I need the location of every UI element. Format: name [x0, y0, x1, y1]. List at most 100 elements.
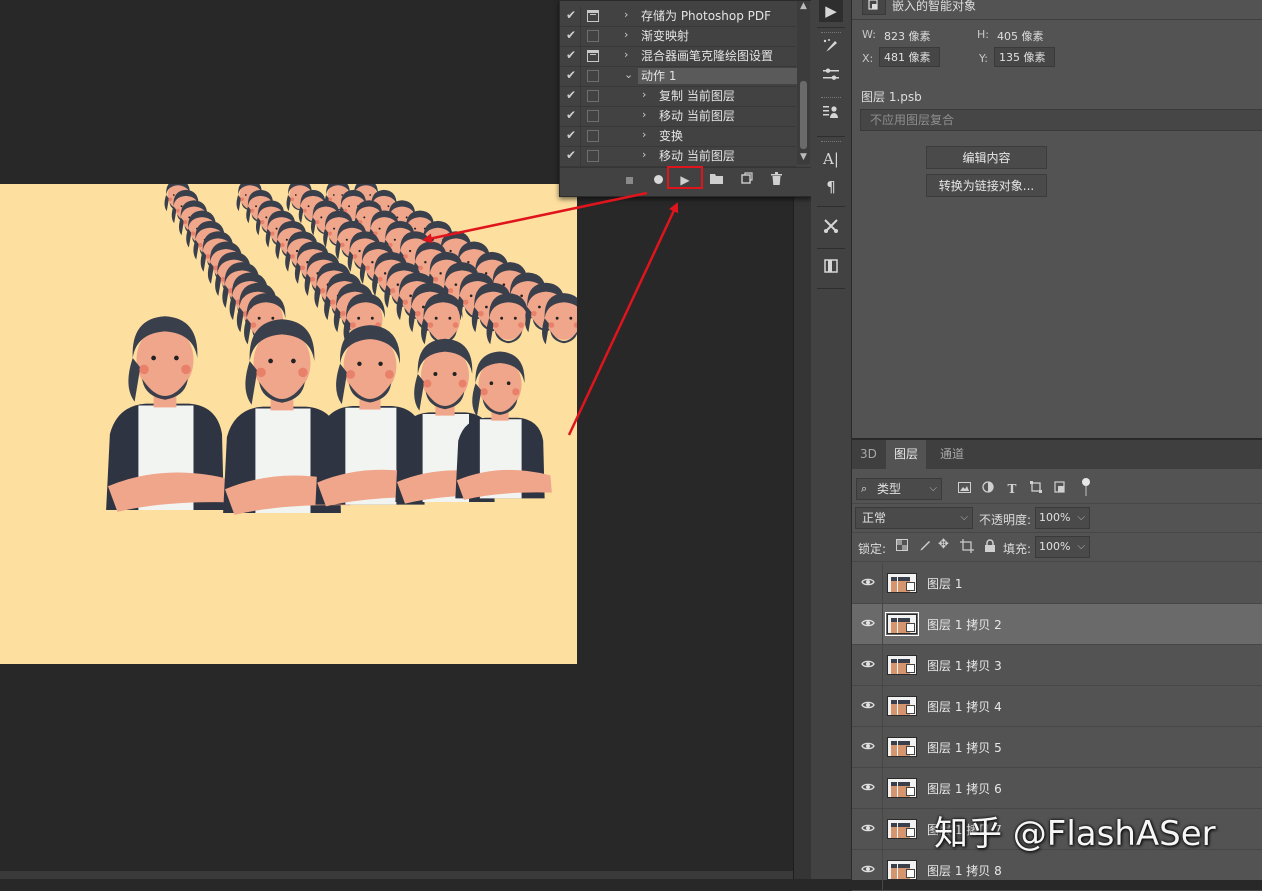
- lock-position-move-icon[interactable]: ✥: [938, 538, 952, 552]
- checkmark-icon[interactable]: ✔: [566, 29, 578, 41]
- chevron-right-icon[interactable]: ›: [642, 109, 646, 121]
- dialog-toggle-icon[interactable]: [587, 130, 599, 142]
- layer-row[interactable]: 图层 1 拷贝 5: [852, 727, 1262, 768]
- document-horizontal-scrollbar[interactable]: [0, 871, 793, 879]
- eye-visibility-icon[interactable]: [860, 617, 876, 631]
- checkmark-icon[interactable]: ✔: [566, 149, 578, 161]
- play-panel-icon[interactable]: ▶: [819, 0, 843, 22]
- chevron-down-icon[interactable]: ⌄: [624, 69, 633, 81]
- eye-visibility-icon[interactable]: [860, 576, 876, 590]
- document-canvas[interactable]: [0, 184, 577, 664]
- blend-mode-select[interactable]: 正常 ⌵: [855, 507, 973, 529]
- new-set-folder-icon[interactable]: [707, 172, 725, 188]
- y-position-field[interactable]: 135 像素: [994, 47, 1055, 67]
- layer-filter-kind-select[interactable]: ⌕ 类型 ⌵: [856, 478, 942, 500]
- action-item[interactable]: ✔ ⌄ 动作 1: [560, 66, 799, 87]
- chevron-right-icon[interactable]: ›: [642, 149, 646, 161]
- x-position-field[interactable]: 481 像素: [879, 47, 940, 67]
- chevron-right-icon[interactable]: ›: [642, 89, 646, 101]
- paragraph-panel-icon[interactable]: ¶: [819, 176, 843, 198]
- layer-row[interactable]: 图层 1: [852, 563, 1262, 604]
- eye-visibility-icon[interactable]: [860, 822, 876, 836]
- eye-visibility-icon[interactable]: [860, 658, 876, 672]
- y-label: Y:: [979, 52, 988, 65]
- action-item[interactable]: ✔ › 变换: [560, 126, 796, 147]
- chevron-right-icon[interactable]: ›: [624, 9, 628, 21]
- record-icon[interactable]: [649, 172, 667, 188]
- action-item[interactable]: ✔ › 渐变映射: [560, 26, 796, 47]
- filter-smart-object-icon[interactable]: [1052, 481, 1068, 497]
- layer-thumbnail: [887, 737, 917, 757]
- tab-layers[interactable]: 图层: [886, 440, 927, 469]
- eye-visibility-icon[interactable]: [860, 699, 876, 713]
- action-item[interactable]: ✔ › 复制 当前图层: [560, 86, 796, 107]
- checkmark-icon[interactable]: ✔: [566, 69, 578, 81]
- dialog-toggle-icon[interactable]: [587, 10, 599, 22]
- dialog-toggle-icon[interactable]: [587, 70, 599, 82]
- opacity-field[interactable]: 100% ⌵: [1035, 507, 1090, 529]
- scroll-down-icon[interactable]: ▼: [797, 150, 810, 164]
- libraries-panel-icon[interactable]: [819, 258, 843, 280]
- dialog-toggle-icon[interactable]: [587, 110, 599, 122]
- layer-row[interactable]: 图层 1 拷贝 8: [852, 850, 1262, 891]
- character-panel-icon[interactable]: A|: [819, 148, 843, 170]
- opacity-value: 100%: [1039, 511, 1071, 524]
- layer-comp-select[interactable]: 不应用图层复合: [860, 109, 1262, 131]
- filter-adjustment-icon[interactable]: [980, 481, 996, 497]
- tab-3d[interactable]: 3D: [852, 440, 885, 469]
- filter-shape-icon[interactable]: [1028, 481, 1044, 497]
- edit-contents-button[interactable]: 编辑内容: [926, 146, 1047, 169]
- eye-visibility-icon[interactable]: [860, 863, 876, 877]
- filter-type-icon[interactable]: T: [1004, 481, 1020, 497]
- eye-visibility-icon[interactable]: [860, 740, 876, 754]
- tab-channels[interactable]: 通道: [932, 440, 972, 469]
- new-action-icon[interactable]: [738, 172, 756, 188]
- stop-icon[interactable]: [620, 172, 638, 188]
- lock-image-pixels-brush-icon[interactable]: [917, 539, 931, 552]
- lock-artboard-icon[interactable]: [960, 539, 974, 553]
- fill-field[interactable]: 100% ⌵: [1035, 536, 1090, 558]
- tool-presets-icon[interactable]: [819, 218, 843, 240]
- action-label: 移动 当前图层: [659, 149, 735, 163]
- layer-row[interactable]: 图层 1 拷贝 4: [852, 686, 1262, 727]
- properties-list-icon[interactable]: [819, 104, 843, 126]
- adjustments-sliders-icon[interactable]: [819, 66, 843, 88]
- chevron-right-icon[interactable]: ›: [642, 129, 646, 141]
- layer-row[interactable]: 图层 1 拷贝 3: [852, 645, 1262, 686]
- dialog-toggle-icon[interactable]: [587, 50, 599, 62]
- filter-toggle-switch[interactable]: [1082, 478, 1090, 496]
- chevron-down-icon: ⌵: [1077, 541, 1085, 552]
- action-item[interactable]: ✔ › 移动 当前图层: [560, 106, 796, 127]
- x-label: X:: [862, 52, 874, 65]
- lock-all-icon[interactable]: [984, 539, 996, 552]
- checkmark-icon[interactable]: ✔: [566, 89, 578, 101]
- layer-name: 图层 1 拷贝 3: [927, 659, 1002, 673]
- chevron-right-icon[interactable]: ›: [624, 49, 628, 61]
- opacity-label: 不透明度:: [979, 513, 1032, 527]
- smart-object-badge-icon: [906, 705, 915, 714]
- layer-row[interactable]: 图层 1 拷贝 6: [852, 768, 1262, 809]
- dialog-toggle-icon[interactable]: [587, 30, 599, 42]
- checkmark-icon[interactable]: ✔: [566, 49, 578, 61]
- lock-transparent-pixels-icon[interactable]: [896, 539, 908, 551]
- action-item[interactable]: ✔ › 存储为 Photoshop PDF: [560, 6, 796, 27]
- action-item[interactable]: ✔ › 混合器画笔克隆绘图设置: [560, 46, 796, 67]
- checkmark-icon[interactable]: ✔: [566, 9, 578, 21]
- actions-scroll-thumb[interactable]: [800, 81, 807, 149]
- layer-row[interactable]: 图层 1 拷贝 2: [852, 604, 1262, 645]
- brush-settings-icon[interactable]: [819, 38, 843, 60]
- layer-thumbnail: [887, 696, 917, 716]
- dialog-toggle-icon[interactable]: [587, 150, 599, 162]
- checkmark-icon[interactable]: ✔: [566, 129, 578, 141]
- delete-trash-icon[interactable]: [767, 172, 785, 188]
- chevron-right-icon[interactable]: ›: [624, 29, 628, 41]
- action-item[interactable]: ✔ › 移动 当前图层: [560, 146, 796, 167]
- scroll-up-icon[interactable]: ▲: [797, 1, 810, 11]
- filter-pixel-icon[interactable]: [956, 481, 972, 497]
- tool-strip: ▶ A| ¶: [811, 0, 852, 879]
- lock-label: 锁定:: [858, 542, 887, 556]
- convert-to-linked-button[interactable]: 转换为链接对象...: [926, 174, 1047, 197]
- dialog-toggle-icon[interactable]: [587, 90, 599, 102]
- eye-visibility-icon[interactable]: [860, 781, 876, 795]
- checkmark-icon[interactable]: ✔: [566, 109, 578, 121]
